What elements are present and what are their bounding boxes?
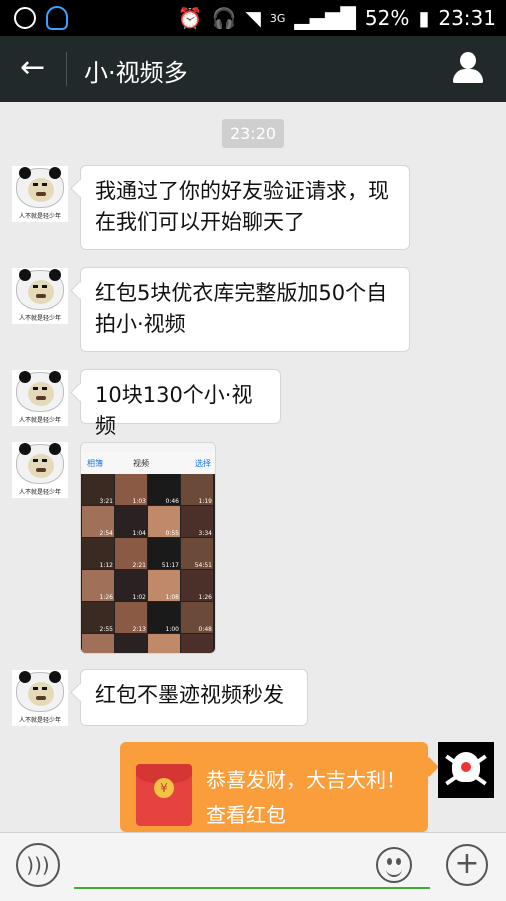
input-bar: ))) + (0, 832, 506, 901)
headphones-icon: 🎧 (211, 6, 237, 30)
avatar-caption: 人不就是轻少年 (18, 489, 61, 496)
contact-avatar[interactable]: 人不就是轻少年 (12, 268, 68, 324)
video-thumbnail: 1:04 (115, 506, 147, 537)
red-packet-message[interactable]: ¥ 恭喜发财，大吉大利！ 查看红包 (120, 742, 428, 832)
contact-avatar[interactable]: 人不就是轻少年 (12, 370, 68, 426)
video-duration: 54:51 (194, 562, 212, 569)
video-thumbnail: 1:03 (115, 474, 147, 505)
avatar-caption: 人不就是轻少年 (18, 213, 61, 220)
video-duration: 1:02 (132, 594, 146, 601)
contact-avatar[interactable]: 人不就是轻少年 (12, 670, 68, 726)
video-thumbnail: 2:01 (82, 634, 114, 653)
contact-avatar[interactable]: 人不就是轻少年 (12, 442, 68, 498)
message-text: 10块130个小·视频 (95, 383, 253, 438)
message-input[interactable] (74, 887, 430, 889)
message-text: 红包5块优衣库完整版加50个自拍小·视频 (95, 281, 388, 336)
video-thumbnail: 3:34 (181, 506, 213, 537)
phone-status-bar (81, 443, 215, 452)
video-duration: 0:48 (198, 626, 212, 633)
alarm-icon: ⏰ (177, 6, 203, 30)
video-thumbnail: 0:46 (148, 474, 180, 505)
message-bubble[interactable]: 我通过了你的好友验证请求，现在我们可以开始聊天了 (80, 165, 410, 250)
wifi-icon: ◥ (245, 6, 261, 30)
video-thumbnail: 1:19 (181, 474, 213, 505)
chat-title: 小·视频多 (84, 59, 188, 87)
video-duration: 1:12 (99, 562, 113, 569)
battery-percent: 52% (364, 6, 410, 30)
video-thumbnail: 1:26 (181, 570, 213, 601)
message-bubble[interactable]: 红包不墨迹视频秒发 (80, 669, 308, 726)
video-thumbnail-grid: 3:21 1:03 0:46 1:19 2:54 1:04 0:55 3:34 1:12 2:21… (81, 474, 215, 653)
arrow-left-icon[interactable]: ← (20, 50, 50, 86)
video-thumbnail: 0:55 (148, 506, 180, 537)
person-icon[interactable] (452, 52, 484, 84)
video-thumbnail: 2:55 (82, 602, 114, 633)
video-thumbnail: 2:05 (115, 634, 147, 653)
emoji-icon[interactable] (376, 847, 412, 883)
network-type: 3G (269, 11, 286, 25)
phone-nav-right: 选择 (195, 459, 211, 468)
plus-icon[interactable]: + (446, 844, 488, 886)
message-text: 我通过了你的好友验证请求，现在我们可以开始聊天了 (95, 179, 389, 234)
qq-icon (46, 6, 68, 30)
video-thumbnail: 2:54 (82, 506, 114, 537)
video-thumbnail: 54:51 (181, 538, 213, 569)
video-thumbnail: 1:08 (148, 570, 180, 601)
message-bubble[interactable]: 10块130个小·视频 (80, 369, 281, 438)
video-duration: 2:55 (99, 626, 113, 633)
message-timestamp: 23:20 (222, 119, 284, 148)
video-thumbnail: 2:42 (148, 634, 180, 653)
video-thumbnail: 2:21 (115, 538, 147, 569)
voice-icon[interactable]: ))) (16, 843, 60, 887)
red-packet-title: 恭喜发财，大吉大利！ (206, 768, 406, 792)
video-thumbnail: 0:34 (181, 634, 213, 653)
video-duration: 2:21 (132, 562, 146, 569)
video-thumbnail: 51:17 (148, 538, 180, 569)
video-duration: 2:54 (99, 530, 113, 537)
video-thumbnail: 1:02 (115, 570, 147, 601)
avatar-caption: 人不就是轻少年 (18, 315, 61, 322)
video-duration: 3:21 (99, 498, 113, 505)
phone-nav-title: 视频 (133, 459, 149, 468)
video-duration: 1:00 (165, 626, 179, 633)
phone-nav-bar: 相簿 视频 选择 (81, 452, 215, 474)
message-text: 红包不墨迹视频秒发 (95, 683, 284, 707)
video-thumbnail: 1:00 (148, 602, 180, 633)
red-packet-action: 查看红包 (206, 803, 286, 827)
clock: 23:31 (438, 6, 496, 30)
video-duration: 1:03 (132, 498, 146, 505)
status-bar: ⏰ 🎧 ◥ 3G ▂▄▆█ 52% ▮ 23:31 (0, 0, 506, 36)
video-thumbnail: 1:12 (82, 538, 114, 569)
video-thumbnail: 3:21 (82, 474, 114, 505)
header-divider (66, 52, 67, 86)
video-duration: 51:17 (161, 562, 179, 569)
my-avatar[interactable] (438, 742, 494, 798)
video-duration: 0:46 (165, 498, 179, 505)
battery-icon: ▮ (418, 6, 430, 30)
video-duration: 0:55 (165, 530, 179, 537)
image-message[interactable]: 相簿 视频 选择 3:21 1:03 0:46 1:19 2:54 1:04 0:55 3:3… (80, 442, 216, 654)
vpn-icon (14, 7, 36, 29)
avatar-caption: 人不就是轻少年 (18, 417, 61, 424)
signal-icon: ▂▄▆█ (294, 6, 356, 30)
video-duration: 1:08 (165, 594, 179, 601)
avatar-caption: 人不就是轻少年 (18, 717, 61, 724)
video-thumbnail: 0:48 (181, 602, 213, 633)
contact-avatar[interactable]: 人不就是轻少年 (12, 166, 68, 222)
video-duration: 1:26 (99, 594, 113, 601)
video-duration: 1:26 (198, 594, 212, 601)
video-duration: 3:34 (198, 530, 212, 537)
red-envelope-icon: ¥ (136, 764, 192, 826)
video-duration: 1:04 (132, 530, 146, 537)
message-bubble[interactable]: 红包5块优衣库完整版加50个自拍小·视频 (80, 267, 410, 352)
video-thumbnail: 2:13 (115, 602, 147, 633)
video-duration: 1:19 (198, 498, 212, 505)
chat-header: ← 小·视频多 (0, 36, 506, 102)
phone-nav-left: 相簿 (87, 459, 103, 468)
video-thumbnail: 1:26 (82, 570, 114, 601)
video-duration: 2:13 (132, 626, 146, 633)
